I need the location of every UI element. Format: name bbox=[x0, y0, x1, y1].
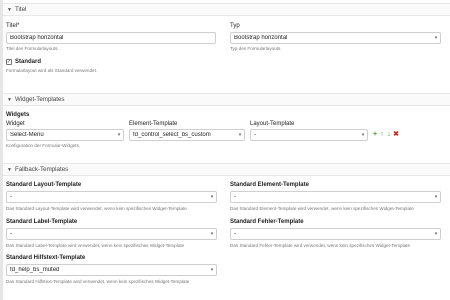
title-field-label: Titel* bbox=[6, 23, 19, 29]
default-element-help: Das Standard Element-Template wird verwe… bbox=[230, 206, 414, 211]
section-title: Titel bbox=[14, 6, 27, 13]
default-helptext-label: Standard Hilfstext-Template bbox=[6, 255, 86, 261]
type-select[interactable]: Bootstrap horizontal ▾ bbox=[230, 32, 441, 44]
default-helptext-help: Das Standard Hilfstext-Template wird ver… bbox=[6, 279, 190, 284]
col-widget-header: Widget bbox=[6, 121, 25, 127]
form-layout-editor: ▼ Titel Titel* Bootstrap horizontal Tite… bbox=[0, 0, 450, 300]
chevron-down-icon: ▾ bbox=[210, 267, 214, 273]
title-input[interactable]: Bootstrap horizontal bbox=[6, 32, 216, 44]
section-header-titel[interactable]: ▼ Titel bbox=[3, 3, 450, 16]
default-layout-select[interactable]: - ▾ bbox=[6, 191, 217, 203]
default-element-value: - bbox=[234, 194, 236, 200]
chevron-down-icon: ▾ bbox=[361, 132, 365, 138]
standard-label: Standard bbox=[15, 59, 42, 65]
collapse-triangle-icon: ▼ bbox=[7, 96, 12, 103]
move-down-arrow-icon[interactable]: ↓ bbox=[386, 131, 392, 138]
title-help: Titel des Formularlayouts. bbox=[6, 46, 59, 51]
widget-select-value: Select-Menü bbox=[10, 132, 44, 138]
standard-checkbox[interactable]: ✓ bbox=[6, 59, 12, 65]
left-edge-bar bbox=[0, 0, 3, 300]
widgets-heading: Widgets bbox=[6, 112, 30, 118]
element-template-select[interactable]: fd_control_select_bs_custom ▾ bbox=[129, 129, 245, 141]
element-template-value: fd_control_select_bs_custom bbox=[133, 132, 211, 138]
layout-template-value: - bbox=[254, 132, 256, 138]
standard-help: Formularlayout wird als Standard verwend… bbox=[6, 68, 98, 73]
type-field-label: Typ bbox=[230, 23, 240, 29]
default-label-template-value: - bbox=[10, 231, 12, 237]
title-label-text: Titel bbox=[6, 23, 18, 29]
section-title: Widget-Templates bbox=[14, 96, 65, 103]
move-up-arrow-icon[interactable]: ↑ bbox=[379, 131, 385, 138]
collapse-triangle-icon: ▼ bbox=[7, 6, 12, 13]
section-title: Fallback-Templates bbox=[14, 166, 69, 173]
default-layout-help: Das Standard Layout-Template wird verwen… bbox=[6, 206, 187, 211]
col-element-header: Element-Template bbox=[129, 121, 178, 127]
default-layout-value: - bbox=[10, 194, 12, 200]
widget-select[interactable]: Select-Menü ▾ bbox=[6, 129, 124, 141]
default-label-template-label: Standard Label-Template bbox=[6, 219, 78, 225]
chevron-down-icon: ▾ bbox=[238, 132, 242, 138]
col-layout-header: Layout-Template bbox=[250, 121, 295, 127]
chevron-down-icon: ▾ bbox=[210, 231, 214, 237]
chevron-down-icon: ▾ bbox=[117, 132, 121, 138]
add-row-plus-icon[interactable]: + bbox=[372, 131, 378, 138]
collapse-triangle-icon: ▼ bbox=[7, 166, 12, 173]
checkmark-icon: ✓ bbox=[6, 59, 12, 65]
default-label-template-select[interactable]: - ▾ bbox=[6, 228, 217, 240]
default-label-template-help: Das Standard Label-Template wird verwend… bbox=[6, 243, 185, 248]
section-header-fallback-templates[interactable]: ▼ Fallback-Templates bbox=[3, 163, 450, 176]
default-helptext-value: fd_help_bs_muted bbox=[10, 267, 60, 273]
remove-row-x-icon[interactable]: ✖ bbox=[393, 131, 399, 138]
title-input-value: Bootstrap horizontal bbox=[10, 35, 64, 41]
default-error-select[interactable]: - ▾ bbox=[230, 228, 441, 240]
default-layout-label: Standard Layout-Template bbox=[6, 182, 82, 188]
default-error-value: - bbox=[234, 231, 236, 237]
section-header-widget-templates[interactable]: ▼ Widget-Templates bbox=[3, 93, 450, 106]
chevron-down-icon: ▾ bbox=[434, 194, 438, 200]
default-helptext-select[interactable]: fd_help_bs_muted ▾ bbox=[6, 264, 217, 276]
default-error-help: Das Standard Fehler-Template wird verwen… bbox=[230, 243, 411, 248]
widgets-help: Konfiguration der Formular-Widgets. bbox=[6, 143, 81, 148]
type-help: Typ des Formularlayouts. bbox=[230, 46, 282, 51]
chevron-down-icon: ▾ bbox=[210, 194, 214, 200]
default-error-label: Standard Fehler-Template bbox=[230, 219, 304, 225]
required-mark: * bbox=[17, 23, 20, 29]
default-element-select[interactable]: - ▾ bbox=[230, 191, 441, 203]
type-select-value: Bootstrap horizontal bbox=[234, 35, 288, 41]
layout-template-select[interactable]: - ▾ bbox=[250, 129, 368, 141]
chevron-down-icon: ▾ bbox=[434, 231, 438, 237]
chevron-down-icon: ▾ bbox=[434, 35, 438, 41]
default-element-label: Standard Element-Template bbox=[230, 182, 309, 188]
